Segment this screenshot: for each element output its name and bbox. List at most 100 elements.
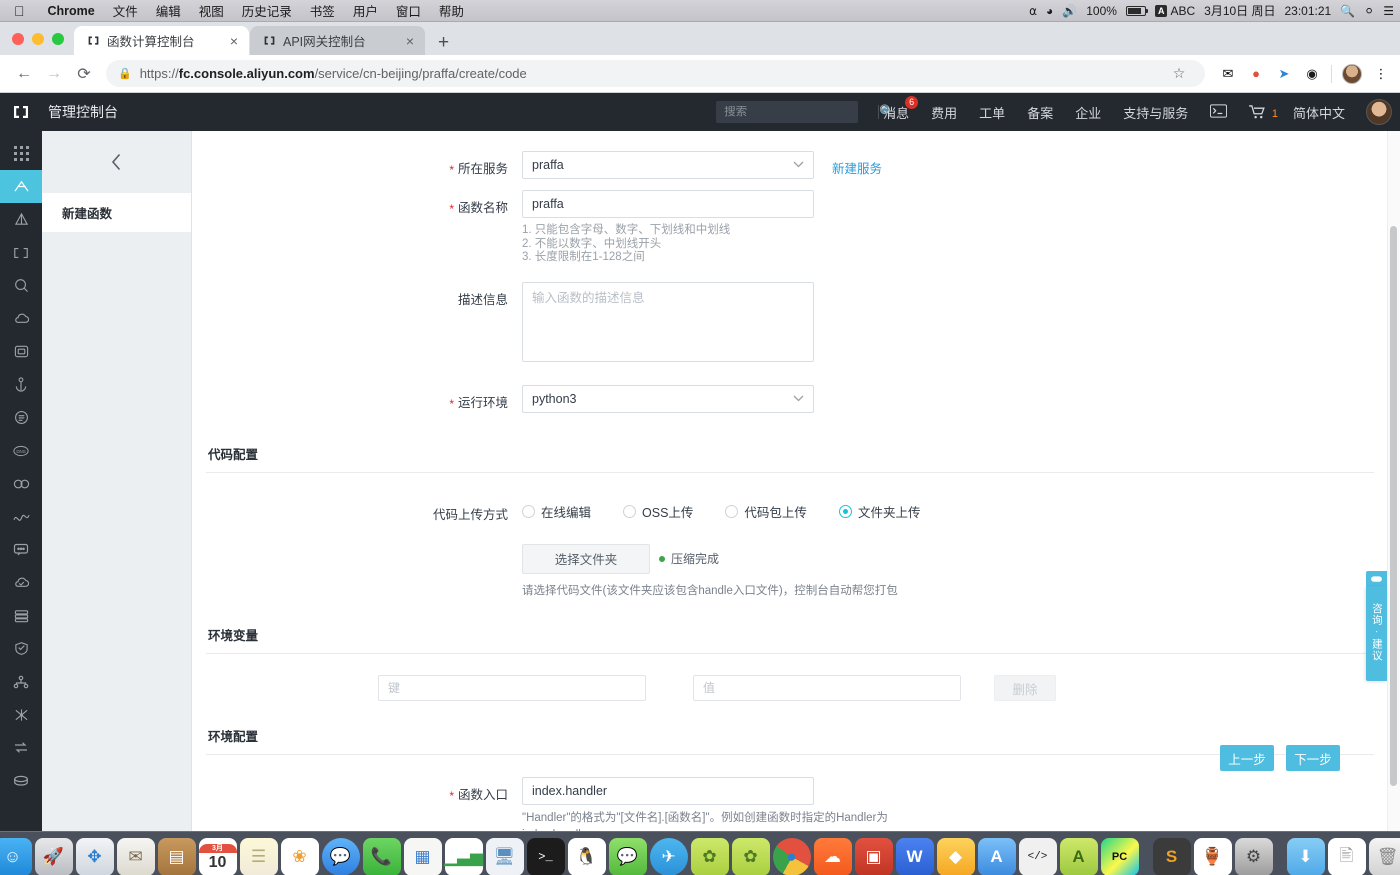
dock-contacts-icon[interactable]: ▤	[157, 838, 196, 875]
nav-tickets[interactable]: 工单	[968, 103, 1016, 122]
dock-document-icon[interactable]: 🖹	[1327, 838, 1366, 875]
radio-folder-upload[interactable]: 文件夹上传	[838, 502, 920, 521]
cdn-icon[interactable]	[0, 467, 42, 500]
input-source-indicator[interactable]: A ABC	[1154, 4, 1195, 18]
battery-icon[interactable]	[1125, 5, 1149, 16]
next-step-button[interactable]: 下一步	[1286, 745, 1340, 771]
dock-telegram-icon[interactable]: ✈	[649, 838, 688, 875]
browser-tab-2[interactable]: API网关控制台 ×	[250, 26, 425, 55]
notification-center-icon[interactable]: ☰	[1383, 4, 1394, 18]
container-service-icon[interactable]	[0, 203, 42, 236]
cloud-icon[interactable]	[0, 302, 42, 335]
chrome-menu-icon[interactable]: ⋮	[1372, 65, 1390, 83]
dock-appstore-icon[interactable]: A	[977, 838, 1016, 875]
create-service-link[interactable]: 新建服务	[832, 151, 882, 177]
grid-apps-icon[interactable]	[0, 137, 42, 170]
shield-protect-icon[interactable]	[0, 632, 42, 665]
mask-extension-icon[interactable]: ◉	[1303, 65, 1321, 83]
blue-bird-extension-icon[interactable]: ➤	[1275, 65, 1293, 83]
dock-code-editor-icon[interactable]: </>	[1018, 838, 1057, 875]
dock-qq-icon[interactable]: 🐧	[567, 838, 606, 875]
network-icon[interactable]	[0, 500, 42, 533]
dock-launchpad-icon[interactable]: 🚀	[34, 838, 73, 875]
dock-messages-icon[interactable]: 💬	[321, 838, 360, 875]
red-square-extension-icon[interactable]: ●	[1247, 65, 1265, 83]
dock-presentation-icon[interactable]: 🖥	[485, 838, 524, 875]
dock-calendar-icon[interactable]: 3月 10	[198, 838, 237, 875]
nav-icp[interactable]: 备案	[1016, 103, 1064, 122]
document-icon[interactable]	[0, 401, 42, 434]
dock-sublime-icon[interactable]: S	[1152, 838, 1191, 875]
prev-step-button[interactable]: 上一步	[1220, 745, 1274, 771]
dock-screenshot-icon[interactable]: ▣	[854, 838, 893, 875]
menu-item-edit[interactable]: 编辑	[147, 1, 190, 20]
back-button[interactable]: ←	[10, 60, 38, 88]
dock-finder-icon[interactable]: ☺	[0, 838, 32, 875]
service-select[interactable]	[522, 151, 814, 179]
dock-chrome-icon[interactable]: ●	[772, 838, 811, 875]
dock-terminal-icon[interactable]: >_	[526, 838, 565, 875]
reload-button[interactable]: ⟳	[70, 60, 98, 88]
cloud-monitor-icon[interactable]	[0, 566, 42, 599]
dock-wechat-icon[interactable]: 💬	[608, 838, 647, 875]
storage-icon[interactable]	[0, 764, 42, 797]
bookmark-star-icon[interactable]: ☆	[1165, 60, 1193, 88]
dock-charles-icon[interactable]: 🏺	[1193, 838, 1232, 875]
dock-numbers-icon[interactable]: ▁▃▅	[444, 838, 483, 875]
terminal-icon[interactable]	[1199, 103, 1238, 121]
choose-folder-button[interactable]: 选择文件夹	[522, 543, 650, 574]
dock-pycharm-icon[interactable]: PC	[1100, 838, 1139, 875]
radio-package-upload[interactable]: 代码包上传	[725, 502, 807, 521]
menu-item-view[interactable]: 视图	[190, 1, 233, 20]
dock-aliyun-drive-icon[interactable]: ☁	[813, 838, 852, 875]
user-avatar[interactable]	[1366, 99, 1392, 125]
browser-tab-2-close-icon[interactable]: ×	[403, 34, 417, 48]
gmail-extension-icon[interactable]: ✉	[1219, 65, 1237, 83]
menu-item-window[interactable]: 窗口	[387, 1, 430, 20]
dock-facetime-icon[interactable]: 📞	[362, 838, 401, 875]
topology-icon[interactable]	[0, 665, 42, 698]
siri-icon[interactable]: ⚪	[1364, 4, 1374, 18]
dock-trash-icon[interactable]: 🗑	[1368, 838, 1400, 875]
handler-input[interactable]	[522, 777, 814, 806]
nav-enterprise[interactable]: 企业	[1064, 103, 1112, 122]
header-search-box[interactable]: 🔍	[716, 101, 895, 123]
bluetooth-icon[interactable]: ⍺	[1029, 4, 1037, 18]
dock-system-preferences-icon[interactable]: ⚙	[1234, 838, 1273, 875]
menu-item-chrome[interactable]: Chrome	[39, 4, 104, 18]
dock-sourcetree-icon[interactable]: ✿	[690, 838, 729, 875]
scatter-icon[interactable]	[0, 698, 42, 731]
feedback-icon[interactable]	[1366, 571, 1387, 587]
search-analytics-icon[interactable]	[0, 269, 42, 302]
wifi-icon[interactable]: ◕	[1046, 4, 1053, 18]
env-var-value-input[interactable]	[693, 675, 961, 702]
dock-photos-icon[interactable]: ❀	[280, 838, 319, 875]
address-bar[interactable]: 🔒 https://fc.console.aliyun.com/service/…	[106, 60, 1205, 87]
browser-tab-1-close-icon[interactable]: ×	[227, 34, 241, 48]
content-scrollbar-thumb[interactable]	[1390, 226, 1397, 786]
volume-icon[interactable]: 🔊	[1062, 4, 1077, 18]
dock-android-studio-icon[interactable]: A	[1059, 838, 1098, 875]
sidebar-collapse-button[interactable]	[42, 131, 191, 193]
dock-mail-icon[interactable]: ✉	[116, 838, 155, 875]
nav-support[interactable]: 支持与服务	[1112, 103, 1199, 122]
minimize-window-button[interactable]	[32, 32, 44, 45]
consult-suggest-tab[interactable]: 咨询 · 建议	[1366, 586, 1387, 681]
radio-online-edit[interactable]: 在线编辑	[522, 502, 591, 521]
dock-keynote-icon[interactable]: ▦	[403, 838, 442, 875]
dock-downloads-folder-icon[interactable]: ⬇	[1286, 838, 1325, 875]
forward-button[interactable]: →	[40, 60, 68, 88]
menu-item-history[interactable]: 历史记录	[233, 1, 301, 20]
anchor-icon[interactable]	[0, 368, 42, 401]
menu-item-bookmarks[interactable]: 书签	[301, 1, 344, 20]
menu-item-user[interactable]: 用户	[344, 1, 387, 20]
dock-safari-icon[interactable]: ✥	[75, 838, 114, 875]
new-tab-button[interactable]: +	[426, 33, 459, 55]
exchange-icon[interactable]	[0, 731, 42, 764]
runtime-select[interactable]	[522, 384, 814, 413]
spotlight-search-icon[interactable]: 🔍	[1340, 4, 1355, 18]
message-icon[interactable]	[0, 533, 42, 566]
dock-sketch-icon[interactable]: ◆	[936, 838, 975, 875]
browser-tab-1[interactable]: 函数计算控制台 ×	[74, 26, 249, 55]
radio-oss-upload[interactable]: OSS上传	[623, 502, 693, 521]
